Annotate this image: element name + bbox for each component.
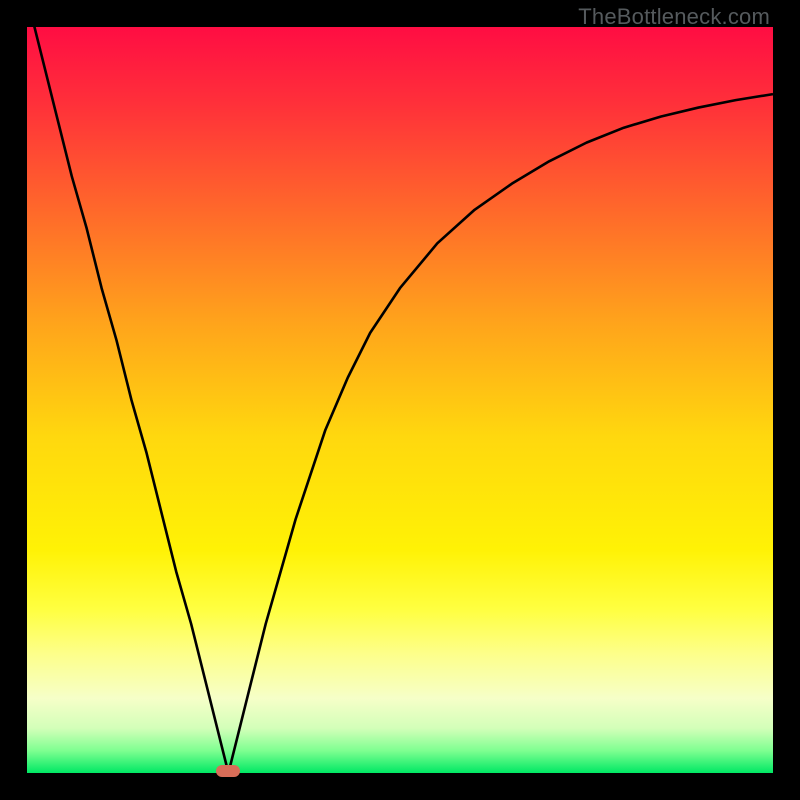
- curve-overlay: [27, 27, 773, 773]
- watermark-text: TheBottleneck.com: [578, 4, 770, 30]
- bottleneck-curve: [27, 0, 773, 773]
- minimum-marker: [216, 765, 240, 777]
